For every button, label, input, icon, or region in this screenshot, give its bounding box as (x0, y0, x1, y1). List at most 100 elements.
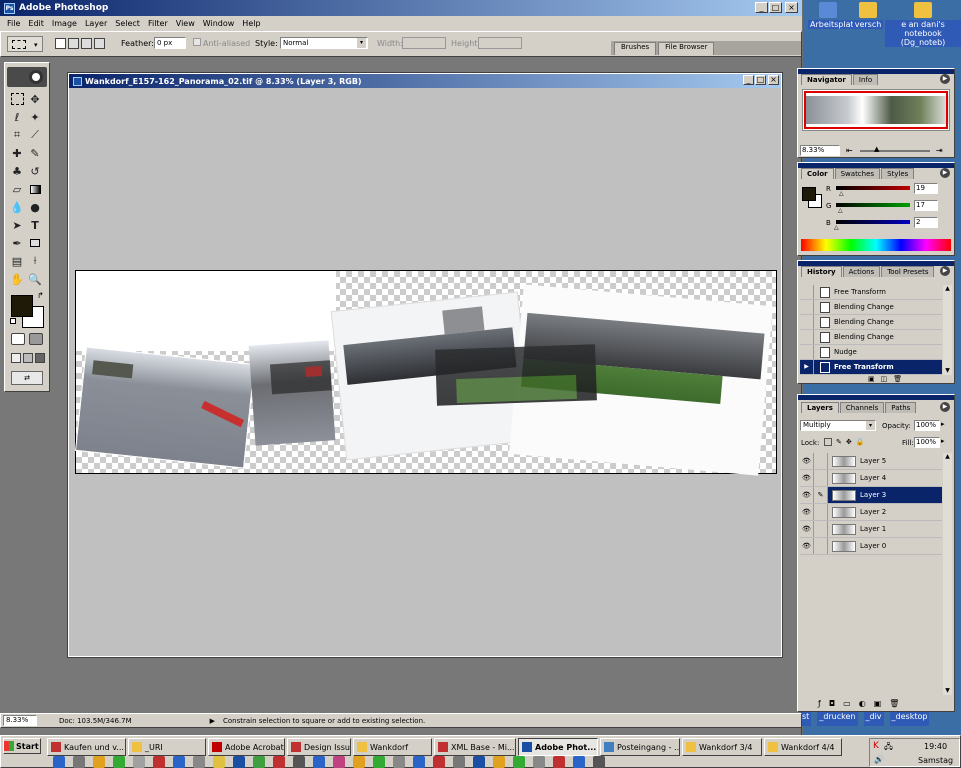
navigator-zoom-slider[interactable] (860, 150, 930, 152)
channel-slider-r[interactable] (836, 186, 910, 190)
screen-mode-full-icon[interactable] (35, 353, 45, 363)
taskbar-button-0[interactable]: Kaufen und v... (47, 738, 126, 756)
well-tab-brushes[interactable]: Brushes (614, 42, 657, 55)
feather-input[interactable]: 0 px (154, 37, 186, 49)
navigator-zoom-input[interactable]: 8.33% (800, 145, 840, 156)
subtract-selection-icon[interactable] (81, 38, 92, 49)
menu-view[interactable]: View (172, 19, 199, 28)
opacity-input[interactable]: 100% (914, 420, 940, 431)
eye-icon[interactable]: 👁 (800, 487, 814, 503)
history-scrollbar[interactable]: ▲ ▼ (943, 285, 952, 375)
fill-input[interactable]: 100% (914, 437, 940, 448)
tab-actions[interactable]: Actions (842, 266, 881, 277)
doc-minimize-button[interactable]: _ (743, 75, 754, 85)
history-brush-source-box[interactable]: ▶ (800, 360, 814, 374)
status-zoom[interactable]: 8.33% (3, 715, 37, 726)
menu-select[interactable]: Select (111, 19, 144, 28)
add-selection-icon[interactable] (68, 38, 79, 49)
layer-thumbnail[interactable] (832, 455, 856, 467)
desktop-icon-0[interactable]: Arbeitsplatz (808, 2, 860, 29)
menu-layer[interactable]: Layer (81, 19, 111, 28)
history-item[interactable]: Blending Change (800, 315, 942, 330)
history-item[interactable]: Free Transform (800, 285, 942, 300)
quick-launch-icon[interactable] (373, 756, 385, 768)
lock-position-icon[interactable]: ✥ (846, 438, 852, 446)
layer-set-icon[interactable]: ▭ (843, 699, 851, 708)
swap-colors-icon[interactable]: ↱ (37, 291, 44, 300)
trash-icon[interactable]: 🗑 (893, 375, 902, 383)
eye-icon[interactable]: 👁 (800, 521, 814, 537)
menu-image[interactable]: Image (48, 19, 81, 28)
history-item[interactable]: Nudge (800, 345, 942, 360)
menu-window[interactable]: Window (199, 19, 239, 28)
slider-thumb-icon[interactable]: △ (839, 190, 844, 197)
layer-link-box[interactable] (814, 521, 828, 537)
desktop-icon-1[interactable]: versch (848, 2, 888, 29)
layer-thumbnail[interactable] (832, 523, 856, 535)
quick-launch-icon[interactable] (153, 756, 165, 768)
history-brush-tool-icon[interactable]: ↺ (27, 163, 43, 179)
layer-link-box[interactable] (814, 470, 828, 486)
shape-tool-icon[interactable] (27, 235, 43, 251)
slider-thumb-icon[interactable]: △ (834, 224, 839, 231)
history-brush-source-box[interactable] (800, 330, 814, 344)
opacity-slider-arrow-icon[interactable]: ▸ (941, 420, 945, 428)
lock-transparency-icon[interactable] (824, 438, 832, 446)
taskbar-button-4[interactable]: Wankdorf (353, 738, 432, 756)
maximize-button[interactable]: □ (769, 2, 782, 13)
fill-slider-arrow-icon[interactable]: ▸ (941, 437, 945, 445)
layer-link-box[interactable] (814, 538, 828, 554)
channel-input-g[interactable]: 17 (914, 200, 938, 211)
menu-file[interactable]: File (3, 19, 24, 28)
quick-launch-icon[interactable] (513, 756, 525, 768)
history-item[interactable]: Blending Change (800, 300, 942, 315)
hand-tool-icon[interactable]: ✋ (9, 271, 25, 287)
magic-wand-tool-icon[interactable]: ✦ (27, 109, 43, 125)
quick-mask-icon[interactable] (29, 333, 43, 345)
palette-menu-arrow-icon[interactable]: ▶ (940, 402, 950, 412)
adjustment-layer-icon[interactable]: ◐ (859, 699, 866, 708)
quick-launch-icon[interactable] (473, 756, 485, 768)
tray-volume-icon[interactable]: 🔊 (874, 755, 884, 764)
tray-network-icon[interactable]: 🖧 (884, 741, 893, 755)
clone-stamp-tool-icon[interactable]: ♣ (9, 163, 25, 179)
quick-launch-icon[interactable] (173, 756, 185, 768)
tab-channels[interactable]: Channels (839, 402, 885, 413)
layer-link-box[interactable] (814, 504, 828, 520)
tab-swatches[interactable]: Swatches (834, 168, 881, 179)
well-tab-file-browser[interactable]: File Browser (658, 42, 715, 55)
eye-icon[interactable]: 👁 (800, 470, 814, 486)
palette-menu-arrow-icon[interactable]: ▶ (940, 74, 950, 84)
quick-launch-icon[interactable] (533, 756, 545, 768)
quick-launch-icon[interactable] (313, 756, 325, 768)
taskbar-button-2[interactable]: Adobe Acrobat (208, 738, 285, 756)
clock-time[interactable]: 19:40 (924, 742, 947, 751)
new-selection-icon[interactable] (55, 38, 66, 49)
dodge-tool-icon[interactable]: ● (27, 199, 43, 215)
pen-tool-icon[interactable]: ✒ (9, 235, 25, 251)
antialiased-checkbox[interactable] (193, 38, 201, 46)
history-brush-source-box[interactable] (800, 345, 814, 359)
lock-all-icon[interactable]: 🔒 (856, 438, 865, 446)
tab-navigator[interactable]: Navigator (801, 74, 852, 85)
history-brush-source-box[interactable] (800, 300, 814, 314)
desktop-label-2[interactable]: _div (863, 712, 884, 726)
slider-thumb-icon[interactable]: △ (838, 207, 843, 214)
slice-tool-icon[interactable]: ⟋ (27, 127, 43, 143)
taskbar-button-6[interactable]: Adobe Phot... (518, 738, 598, 756)
quick-launch-icon[interactable] (553, 756, 565, 768)
channel-slider-b[interactable] (836, 220, 910, 224)
palette-menu-arrow-icon[interactable]: ▶ (940, 168, 950, 178)
tab-color[interactable]: Color (801, 168, 834, 179)
desktop-label-1[interactable]: _drucken (817, 712, 858, 726)
doc-close-button[interactable]: × (768, 75, 779, 85)
slider-thumb-icon[interactable]: ▲ (874, 145, 879, 153)
screen-mode-menubar-icon[interactable] (23, 353, 33, 363)
lock-image-icon[interactable]: ✎ (836, 438, 842, 446)
taskbar-button-7[interactable]: Posteingang - ... (600, 738, 680, 756)
quick-launch-icon[interactable] (393, 756, 405, 768)
new-snapshot-icon[interactable]: ◫ (881, 375, 888, 383)
delete-layer-icon[interactable]: 🗑 (889, 699, 899, 708)
history-item[interactable]: ▶ Free Transform (800, 360, 942, 375)
quick-launch-icon[interactable] (93, 756, 105, 768)
